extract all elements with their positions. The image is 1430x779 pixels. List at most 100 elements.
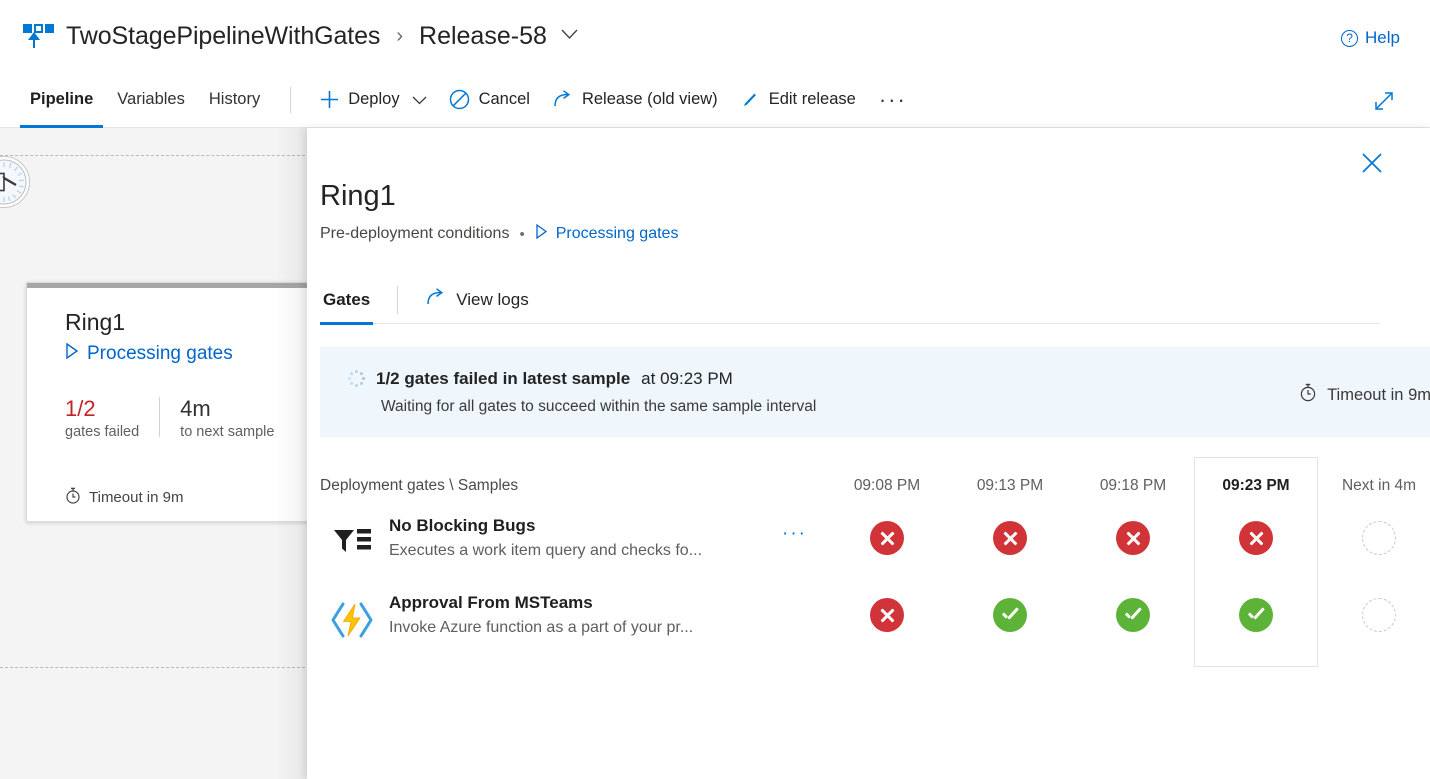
- metric-next-sample: 4m to next sample: [180, 396, 275, 440]
- cancel-label: Cancel: [478, 90, 530, 108]
- column-header-0: 09:08 PM: [853, 477, 921, 494]
- gate-status-cell[interactable]: [1201, 521, 1311, 560]
- gate-more-actions-button[interactable]: ···: [782, 523, 807, 545]
- edit-release-button[interactable]: Edit release: [729, 80, 867, 120]
- more-commands-button[interactable]: ···: [867, 87, 919, 113]
- table-row[interactable]: Approval From MSTeams Invoke Azure funct…: [320, 584, 1430, 661]
- breadcrumb-release[interactable]: Release-58: [419, 22, 547, 51]
- banner-timeout: Timeout in 9m: [1299, 383, 1430, 407]
- release-deploy-icon: [18, 19, 54, 53]
- column-header-1: 09:13 PM: [976, 477, 1044, 494]
- panel-tab-divider: [397, 285, 399, 314]
- panel-status-label: Processing gates: [555, 225, 679, 242]
- pivot-tabs: Pipeline Variables History: [18, 72, 272, 128]
- plus-icon: [320, 90, 339, 109]
- gate-status-cell[interactable]: [1324, 598, 1430, 637]
- gate-status-cell[interactable]: [1324, 521, 1430, 560]
- column-header-2: 09:18 PM: [1099, 477, 1167, 494]
- stage-card-ring1[interactable]: Ring1 Processing gates 1/2 gates failed …: [26, 282, 326, 522]
- status-fail-icon: [1239, 521, 1273, 555]
- gate-status-cell[interactable]: [1078, 598, 1188, 637]
- status-pass-icon: [1239, 598, 1273, 632]
- expand-diagonal-icon[interactable]: [1372, 89, 1396, 118]
- stopwatch-icon: [65, 487, 81, 508]
- banner-headline-bold: 1/2 gates failed in latest sample: [376, 368, 631, 388]
- stage-card-timeout: Timeout in 9m: [65, 487, 183, 508]
- gate-barrier-icon: [0, 156, 30, 208]
- azure-function-icon: [330, 598, 374, 642]
- gate-status-cell[interactable]: [955, 521, 1065, 560]
- share-arrow-icon: [425, 287, 446, 312]
- status-fail-icon: [870, 521, 904, 555]
- status-pass-icon: [993, 598, 1027, 632]
- chevron-down-icon[interactable]: [561, 27, 578, 45]
- gate-status-cell[interactable]: [955, 598, 1065, 637]
- breadcrumb: TwoStagePipelineWithGates › Release-58: [66, 22, 578, 51]
- banner-headline-time: at 09:23 PM: [641, 368, 733, 388]
- panel-subtitle-dot: •: [519, 225, 525, 243]
- help-label: Help: [1365, 28, 1400, 47]
- command-divider: [290, 86, 292, 113]
- gate-status-cell[interactable]: [832, 521, 942, 560]
- tab-variables-label: Variables: [117, 90, 185, 108]
- command-bar: Pipeline Variables History Deploy Cancel…: [0, 72, 1430, 128]
- pencil-icon: [740, 90, 760, 110]
- tab-pipeline[interactable]: Pipeline: [18, 72, 105, 128]
- gate-name: No Blocking Bugs: [389, 516, 536, 535]
- status-pending-icon: [1362, 521, 1396, 555]
- breadcrumb-project[interactable]: TwoStagePipelineWithGates: [66, 22, 380, 51]
- stage-card-status[interactable]: Processing gates: [65, 342, 233, 365]
- gate-status-cell[interactable]: [1078, 521, 1188, 560]
- gate-status-cell[interactable]: [1201, 598, 1311, 637]
- breadcrumb-separator: ›: [396, 24, 404, 47]
- gate-name: Approval From MSTeams: [389, 593, 593, 612]
- gate-status-cell[interactable]: [832, 598, 942, 637]
- top-header: TwoStagePipelineWithGates › Release-58 ?…: [0, 0, 1430, 72]
- gate-description: Invoke Azure function as a part of your …: [389, 619, 694, 636]
- panel-title: Ring1: [320, 180, 396, 212]
- status-fail-icon: [1116, 521, 1150, 555]
- panel-subtitle: Pre-deployment conditions • Processing g…: [320, 223, 679, 244]
- deploy-label: Deploy: [348, 90, 400, 108]
- work-item-query-funnel-icon: [330, 521, 374, 565]
- stage-card-title: Ring1: [65, 309, 126, 335]
- deploy-button[interactable]: Deploy: [309, 80, 437, 120]
- stage-card-metrics: 1/2 gates failed 4m to next sample: [65, 396, 275, 440]
- app-root: TwoStagePipelineWithGates › Release-58 ?…: [0, 0, 1430, 779]
- gate-description: Executes a work item query and checks fo…: [389, 542, 703, 559]
- edit-release-label: Edit release: [768, 90, 856, 108]
- tab-gates[interactable]: Gates: [320, 276, 374, 325]
- gates-table-row-header: Deployment gates \ Samples: [320, 477, 519, 494]
- cancel-button[interactable]: Cancel: [438, 80, 541, 120]
- metric-next-sample-value: 4m: [180, 396, 211, 421]
- metric-divider: [159, 397, 161, 437]
- table-row[interactable]: No Blocking Bugs Executes a work item qu…: [320, 507, 1430, 584]
- release-old-view-label: Release (old view): [581, 90, 718, 108]
- share-arrow-icon: [552, 90, 573, 109]
- chevron-down-icon: [412, 92, 427, 108]
- status-fail-icon: [993, 521, 1027, 555]
- view-logs-link[interactable]: View logs: [422, 276, 531, 324]
- banner-detail: Waiting for all gates to succeed within …: [381, 397, 817, 415]
- tab-history[interactable]: History: [197, 72, 272, 128]
- metric-next-sample-label: to next sample: [180, 423, 275, 440]
- release-old-view-button[interactable]: Release (old view): [541, 80, 729, 120]
- tab-gates-label: Gates: [323, 289, 371, 309]
- status-fail-icon: [870, 598, 904, 632]
- loading-spinner-icon: [347, 370, 365, 388]
- status-pass-icon: [1116, 598, 1150, 632]
- close-x-icon[interactable]: [1359, 150, 1385, 176]
- panel-tabs: Gates View logs: [320, 276, 1380, 325]
- help-link[interactable]: ? Help: [1341, 28, 1400, 48]
- stage-card-status-label: Processing gates: [87, 343, 233, 364]
- tab-pipeline-label: Pipeline: [30, 90, 94, 108]
- question-mark-icon: ?: [1341, 29, 1359, 47]
- panel-status-link[interactable]: Processing gates: [535, 223, 679, 244]
- panel-subtitle-text: Pre-deployment conditions: [320, 225, 510, 242]
- metric-gates-failed-value: 1/2: [65, 396, 96, 421]
- stopwatch-icon: [1299, 383, 1317, 407]
- tab-history-label: History: [208, 90, 261, 108]
- cancel-circle-icon: [449, 89, 470, 110]
- tab-variables[interactable]: Variables: [105, 72, 197, 128]
- column-header-3: 09:23 PM: [1222, 477, 1290, 494]
